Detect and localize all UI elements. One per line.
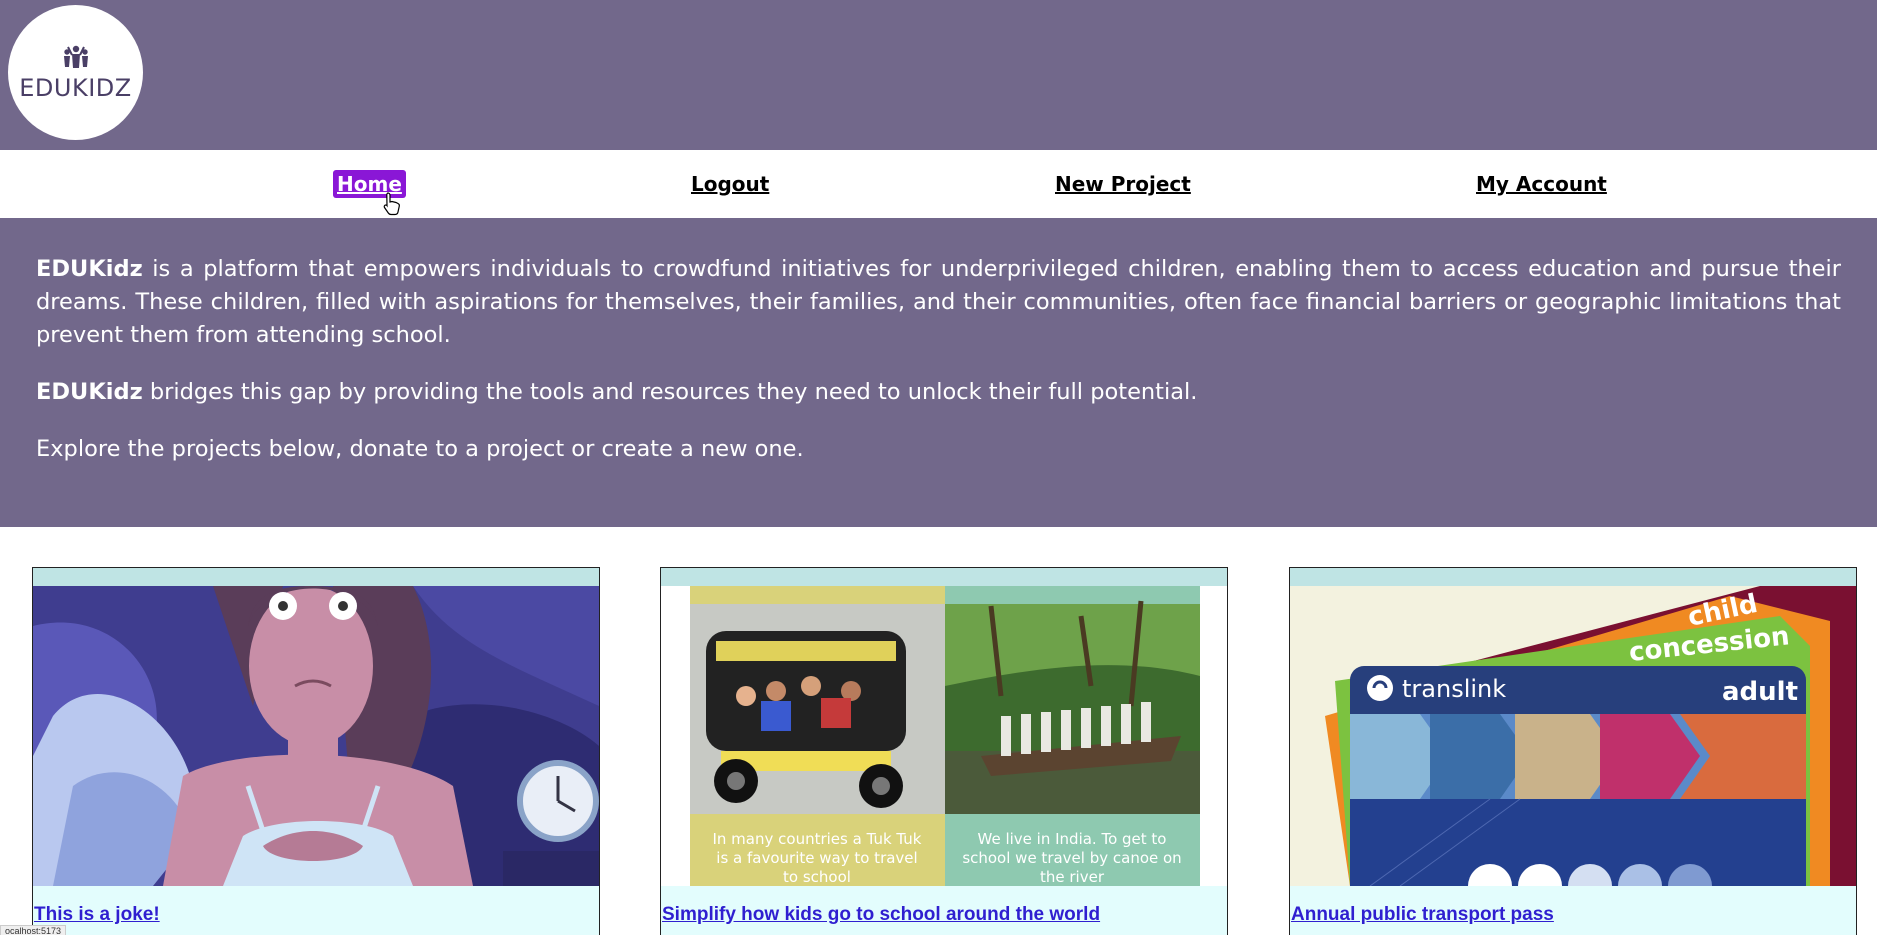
main-nav: Home Logout New Project My Account	[0, 150, 1877, 218]
card-topbar	[33, 568, 599, 586]
svg-text:to school: to school	[783, 868, 851, 886]
nav-logout[interactable]: Logout	[687, 170, 773, 198]
svg-text:is a favourite way to travel: is a favourite way to travel	[716, 849, 917, 867]
project-title-link[interactable]: This is a joke!	[34, 904, 599, 926]
brand-name: EDUKidz	[36, 379, 143, 405]
intro-text-1: is a platform that empowers individuals …	[36, 256, 1841, 348]
project-card[interactable]: This is a joke!	[32, 567, 600, 935]
nav-new-project[interactable]: New Project	[1051, 170, 1195, 198]
svg-text:the river: the river	[1040, 868, 1105, 886]
project-title-link[interactable]: Annual public transport pass	[1291, 904, 1856, 926]
intro-paragraph-3: Explore the projects below, donate to a …	[36, 433, 1841, 466]
card-topbar	[1290, 568, 1856, 586]
site-header: EDUKIDZ	[0, 0, 1877, 150]
caption-left: In many countries a Tuk Tuk	[712, 830, 921, 848]
svg-text:school we travel by canoe on: school we travel by canoe on	[962, 849, 1181, 867]
intro-text-2: bridges this gap by providing the tools …	[142, 379, 1198, 405]
kids-icon	[63, 45, 88, 68]
project-image-sleepless-woman[interactable]	[33, 586, 599, 886]
project-card[interactable]: child concession translink adult Annual …	[1289, 567, 1857, 935]
site-logo[interactable]: EDUKIDZ	[8, 5, 143, 140]
caption-right: We live in India. To get to	[978, 830, 1167, 848]
hand-cursor-icon	[383, 192, 400, 216]
project-title-link[interactable]: Simplify how kids go to school around th…	[662, 904, 1227, 926]
intro-paragraph-2: EDUKidz bridges this gap by providing th…	[36, 376, 1841, 409]
logo-text: EDUKIDZ	[19, 73, 132, 102]
brand-name: EDUKidz	[36, 256, 143, 282]
card-topbar	[661, 568, 1227, 586]
intro-text-3: Explore the projects below, donate to a …	[36, 436, 804, 462]
intro-paragraph-1: EDUKidz is a platform that empowers indi…	[36, 253, 1841, 352]
project-image-transport-pass[interactable]: child concession translink adult	[1290, 586, 1856, 886]
nav-my-account[interactable]: My Account	[1472, 170, 1611, 198]
translink-brand: translink	[1402, 675, 1506, 703]
intro-section: EDUKidz is a platform that empowers indi…	[0, 218, 1877, 527]
project-image-ways-to-school[interactable]: In many countries a Tuk Tuk is a favouri…	[661, 586, 1227, 886]
status-bar: ocalhost:5173	[0, 925, 67, 935]
project-card[interactable]: In many countries a Tuk Tuk is a favouri…	[660, 567, 1228, 935]
svg-text:adult: adult	[1722, 677, 1798, 707]
